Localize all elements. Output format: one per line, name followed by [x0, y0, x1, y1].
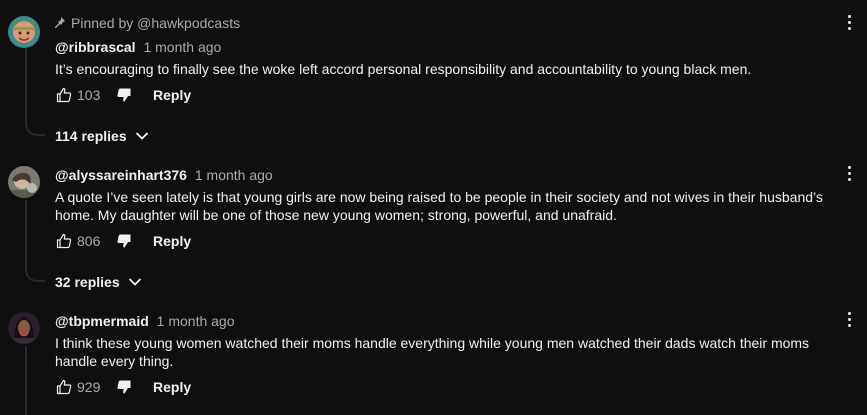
reply-button[interactable]: Reply [153, 87, 191, 103]
comment-actions: 103 Reply [55, 83, 191, 107]
avatar-image [8, 16, 40, 48]
view-replies-button[interactable]: 32 replies [55, 274, 142, 290]
avatar-image [8, 312, 40, 344]
chevron-down-icon [135, 132, 148, 140]
replies-count-label: 32 replies [55, 274, 120, 290]
comment-author[interactable]: @ribbrascal [55, 39, 136, 55]
thumbs-up-icon[interactable] [55, 378, 73, 396]
thumbs-down-icon[interactable] [115, 378, 133, 396]
pinned-text: Pinned by @hawkpodcasts [71, 15, 241, 31]
thumbs-up-icon[interactable] [55, 86, 73, 104]
thumbs-up-icon[interactable] [55, 232, 73, 250]
comment-actions: 806 Reply [55, 229, 191, 253]
pin-icon [55, 17, 65, 28]
thread-line [25, 346, 27, 415]
thumbs-down-icon[interactable] [115, 86, 133, 104]
thread-line [25, 200, 27, 268]
comment-header: @alyssareinhart376 1 month ago [55, 167, 273, 183]
comment-timestamp[interactable]: 1 month ago [143, 39, 221, 55]
thread-line [25, 48, 27, 122]
more-vert-icon[interactable] [840, 310, 858, 328]
thumbs-down-icon[interactable] [115, 232, 133, 250]
avatar-image [8, 166, 40, 198]
comment-header: @tbpmermaid 1 month ago [55, 313, 235, 329]
thread-curve [25, 122, 45, 136]
comment-text: I think these young women watched their … [55, 335, 810, 369]
like-count: 929 [77, 379, 101, 395]
avatar[interactable] [8, 166, 40, 198]
more-vert-icon[interactable] [840, 164, 858, 182]
view-replies-button[interactable]: 114 replies [55, 128, 149, 144]
chevron-down-icon [128, 278, 141, 286]
comment-actions: 929 Reply [55, 375, 191, 399]
comment-text: It’s encouraging to finally see the woke… [55, 61, 752, 77]
comment-author[interactable]: @tbpmermaid [55, 313, 149, 329]
reply-button[interactable]: Reply [153, 379, 191, 395]
comment-timestamp[interactable]: 1 month ago [157, 313, 235, 329]
avatar[interactable] [8, 16, 40, 48]
thread-curve [25, 268, 45, 282]
avatar[interactable] [8, 312, 40, 344]
like-count: 806 [77, 233, 101, 249]
comment-timestamp[interactable]: 1 month ago [195, 167, 273, 183]
comment-author[interactable]: @alyssareinhart376 [55, 167, 187, 183]
comment-text: A quote I’ve seen lately is that young g… [55, 189, 823, 223]
reply-button[interactable]: Reply [153, 233, 191, 249]
like-count: 103 [77, 87, 101, 103]
comment-header: @ribbrascal 1 month ago [55, 39, 221, 55]
pinned-label: Pinned by @hawkpodcasts [55, 15, 240, 31]
more-vert-icon[interactable] [840, 13, 858, 31]
replies-count-label: 114 replies [55, 128, 127, 144]
